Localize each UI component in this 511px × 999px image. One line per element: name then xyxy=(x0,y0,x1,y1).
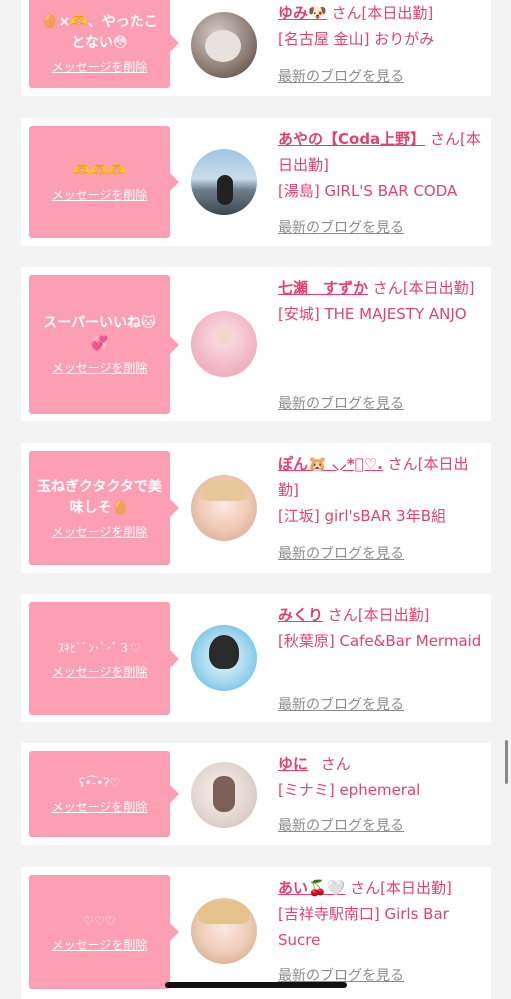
profile-name-link[interactable]: あい🍒🤍 xyxy=(278,879,345,897)
message-bubble: ♡♡♡ メッセージを削除 xyxy=(29,875,179,989)
delete-message-link[interactable]: メッセージを削除 xyxy=(52,523,148,540)
shop-name: [江坂] girl'sBAR 3年B組 xyxy=(278,507,447,525)
avatar[interactable] xyxy=(191,149,257,215)
delete-message-link[interactable]: メッセージを削除 xyxy=(52,798,148,815)
message-bubble: 玉ねぎクタクタで美味しそ🥚 メッセージを削除 xyxy=(29,451,179,565)
latest-blog-link[interactable]: 最新のブログを見る xyxy=(278,815,404,835)
avatar[interactable] xyxy=(191,475,257,541)
delete-message-link[interactable]: メッセージを削除 xyxy=(52,58,148,75)
avatar[interactable] xyxy=(191,12,257,78)
honorific: さん xyxy=(372,279,403,297)
latest-blog-link[interactable]: 最新のブログを見る xyxy=(278,694,404,714)
avatar-photo-icon xyxy=(201,479,247,501)
profile-name-link[interactable]: ゆみ🐶 xyxy=(278,4,327,22)
avatar[interactable] xyxy=(191,311,257,377)
profile-name-link[interactable]: みくり xyxy=(278,606,323,624)
delete-message-link[interactable]: メッセージを削除 xyxy=(52,359,148,376)
message-card: ♡♡♡ メッセージを削除 あい🍒🤍 さん[本日出勤] [吉祥寺駅南口] Girl… xyxy=(21,867,491,999)
honorific: さん xyxy=(387,455,418,473)
message-card: 玉ねぎクタクタで美味しそ🥚 メッセージを削除 ぽん🐹 ⸜⸝*ﾟ♡. さん[本日出… xyxy=(21,443,491,573)
avatar[interactable] xyxy=(191,762,257,828)
message-text: 🥚×🫶、やったことない😳 xyxy=(41,13,158,51)
shop-name: [吉祥寺駅南口] Girls Bar Sucre xyxy=(278,905,449,949)
message-bubble: 🥚×🫶、やったことない😳 メッセージを削除 xyxy=(29,0,179,88)
message-text: ʕ•͡-•ʔ♡ xyxy=(78,776,121,790)
shop-name: [秋葉原] Cafe&Bar Mermaid xyxy=(278,632,482,650)
delete-message-link[interactable]: メッセージを削除 xyxy=(52,936,148,953)
avatar[interactable] xyxy=(191,625,257,691)
profile-info: あやの【Coda上野】 さん[本日出勤] [湯島] GIRL'S BAR COD… xyxy=(278,126,483,204)
message-card: 🥚×🫶、やったことない😳 メッセージを削除 ゆみ🐶 さん[本日出勤] [名古屋 … xyxy=(21,0,491,96)
latest-blog-link[interactable]: 最新のブログを見る xyxy=(278,393,404,413)
profile-info: あい🍒🤍 さん[本日出勤] [吉祥寺駅南口] Girls Bar Sucre xyxy=(278,875,483,953)
profile-info: みくり さん[本日出勤] [秋葉原] Cafe&Bar Mermaid xyxy=(278,602,483,654)
work-status: [本日出勤] xyxy=(361,4,434,22)
honorific: さん xyxy=(327,606,358,624)
message-text: 玉ねぎクタクタで美味しそ🥚 xyxy=(37,478,162,516)
work-status: [本日出勤] xyxy=(357,606,430,624)
delete-message-link[interactable]: メッセージを削除 xyxy=(52,186,148,203)
honorific: さん xyxy=(331,4,362,22)
latest-blog-link[interactable]: 最新のブログを見る xyxy=(278,217,404,237)
honorific: さん xyxy=(320,755,351,773)
delete-message-link[interactable]: メッセージを削除 xyxy=(52,663,148,680)
avatar-photo-icon xyxy=(215,327,233,345)
message-bubble: ｽｷﾋﾞﾞﾝ･ﾟ･ﾟ３♡ メッセージを削除 xyxy=(29,602,179,715)
avatar[interactable] xyxy=(191,898,257,964)
avatar-photo-icon xyxy=(217,175,233,205)
avatar-photo-icon xyxy=(209,635,239,669)
message-bubble: 🫶🫶🫶 メッセージを削除 xyxy=(29,126,179,238)
message-text: ♡♡♡ xyxy=(83,914,116,928)
message-text: ｽｷﾋﾞﾞﾝ･ﾟ･ﾟ３♡ xyxy=(58,640,141,655)
message-text: 🫶🫶🫶 xyxy=(73,163,126,179)
message-bubble: ʕ•͡-•ʔ♡ メッセージを削除 xyxy=(29,751,179,837)
message-card: ʕ•͡-•ʔ♡ メッセージを削除 ゆに さん [ミナミ] ephemeral 最… xyxy=(21,743,491,845)
shop-name: [名古屋 金山] おりがみ xyxy=(278,30,435,48)
message-text: スーパーいいね🐱💞 xyxy=(43,315,156,352)
profile-name-link[interactable]: ぽん🐹 ⸜⸝*ﾟ♡. xyxy=(278,455,383,473)
profile-name-link[interactable]: 七瀬 すずか xyxy=(278,279,368,297)
honorific: さん xyxy=(350,879,381,897)
shop-name: [湯島] GIRL'S BAR CODA xyxy=(278,182,458,200)
profile-info: 七瀬 すずか さん[本日出勤] [安城] THE MAJESTY ANJO xyxy=(278,275,483,327)
avatar-photo-icon xyxy=(199,900,249,924)
profile-info: ゆに さん [ミナミ] ephemeral xyxy=(278,751,483,803)
shop-name: [ミナミ] ephemeral xyxy=(278,781,421,799)
message-card: ｽｷﾋﾞﾞﾝ･ﾟ･ﾟ３♡ メッセージを削除 みくり さん[本日出勤] [秋葉原]… xyxy=(21,594,491,722)
message-bubble: スーパーいいね🐱💞 メッセージを削除 xyxy=(29,275,179,414)
profile-info: ゆみ🐶 さん[本日出勤] [名古屋 金山] おりがみ xyxy=(278,0,483,52)
work-status: [本日出勤] xyxy=(380,879,452,897)
profile-info: ぽん🐹 ⸜⸝*ﾟ♡. さん[本日出勤] [江坂] girl'sBAR 3年B組 xyxy=(278,451,483,529)
message-card: 🫶🫶🫶 メッセージを削除 あやの【Coda上野】 さん[本日出勤] [湯島] G… xyxy=(21,118,491,246)
latest-blog-link[interactable]: 最新のブログを見る xyxy=(278,66,404,86)
shop-name: [安城] THE MAJESTY ANJO xyxy=(278,305,467,323)
work-status: [本日出勤] xyxy=(402,279,475,297)
scrollbar[interactable] xyxy=(505,740,508,784)
avatar-photo-icon xyxy=(213,776,235,812)
avatar-photo-icon xyxy=(205,30,241,62)
honorific: さん xyxy=(429,130,460,148)
profile-name-link[interactable]: ゆに xyxy=(278,755,308,773)
home-indicator[interactable] xyxy=(165,982,347,988)
profile-name-link[interactable]: あやの【Coda上野】 xyxy=(278,130,425,148)
latest-blog-link[interactable]: 最新のブログを見る xyxy=(278,543,404,563)
message-card: スーパーいいね🐱💞 メッセージを削除 七瀬 すずか さん[本日出勤] [安城] … xyxy=(21,267,491,421)
